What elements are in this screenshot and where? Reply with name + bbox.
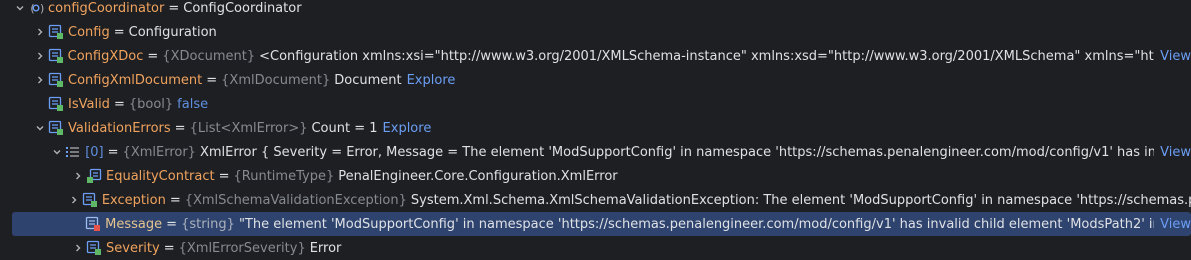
explore-link[interactable]: Explore: [383, 121, 432, 136]
type-hint: {XmlDocument}: [221, 72, 331, 88]
variable-name: EqualityContract: [106, 168, 215, 184]
variable-value: ConfigCoordinator: [183, 0, 302, 16]
tree-row-validationerrors[interactable]: ValidationErrors = {List<XmlError>} Coun…: [0, 116, 1191, 140]
tree-row-isvalid[interactable]: IsValid = {bool} false: [0, 92, 1191, 116]
property-icon: [48, 48, 64, 64]
type-hint: {string}: [181, 216, 235, 232]
variable-value: Count = 1: [311, 120, 378, 136]
equals-sign: =: [218, 168, 230, 184]
property-icon: [82, 192, 98, 208]
variable-name: configCoordinator: [48, 0, 165, 16]
chevron-right-icon[interactable]: [70, 168, 86, 184]
array-item-icon: [65, 144, 81, 160]
variable-name: ConfigXDoc: [67, 48, 144, 64]
equals-sign: =: [166, 216, 178, 232]
property-icon: [85, 216, 101, 232]
tree-row-equalitycontract[interactable]: EqualityContract = {RuntimeType} PenalEn…: [0, 164, 1191, 188]
type-hint: {RuntimeType}: [233, 168, 335, 184]
tree-row-config[interactable]: Config = Configuration: [0, 20, 1191, 44]
tree-row-exception[interactable]: Exception = {XmlSchemaValidationExceptio…: [0, 188, 1191, 212]
tree-row-configCoordinator[interactable]: () configCoordinator = ConfigCoordinator: [0, 0, 1191, 20]
debugger-variables-tree: () configCoordinator = ConfigCoordinator…: [0, 0, 1191, 259]
tree-row-severity[interactable]: Severity = {XmlErrorSeverity} Error: [0, 236, 1191, 260]
equals-sign: =: [163, 240, 175, 256]
variable-name: ValidationErrors: [68, 120, 171, 136]
variable-name: Severity: [106, 240, 160, 256]
equals-sign: =: [169, 192, 181, 208]
chevron-right-icon[interactable]: [70, 240, 86, 256]
variable-name: [0]: [85, 144, 104, 160]
variable-value: false: [177, 96, 209, 112]
variable-value: Configuration: [128, 24, 217, 40]
type-hint: {XmlErrorSeverity}: [178, 240, 306, 256]
chevron-right-icon[interactable]: [32, 48, 48, 64]
object-watch-icon: (): [28, 0, 44, 16]
type-hint: {XDocument}: [162, 48, 256, 64]
variable-value: Error: [309, 240, 342, 256]
type-hint: {XmlSchemaValidationException}: [184, 192, 407, 208]
chevron-down-icon[interactable]: [49, 144, 65, 160]
variable-value: Document: [334, 72, 402, 88]
variable-name: Message: [105, 216, 163, 232]
chevron-right-icon[interactable]: [32, 72, 48, 88]
variable-value: PenalEngineer.Core.Configuration.XmlErro…: [338, 168, 618, 184]
equals-sign: =: [113, 24, 125, 40]
equals-sign: =: [147, 48, 159, 64]
type-hint: {XmlError}: [122, 144, 196, 160]
variable-name: ConfigXmlDocument: [68, 72, 203, 88]
variable-value: <Configuration xmlns:xsi="http://www.w3.…: [259, 48, 1191, 64]
view-link[interactable]: View: [1154, 216, 1191, 232]
variable-value: XmlError { Severity = Error, Message = T…: [199, 144, 1191, 160]
tree-row-message[interactable]: Message = {string} "The element 'ModSupp…: [12, 212, 1191, 236]
property-icon: [48, 120, 64, 136]
tree-row-configxdoc[interactable]: ConfigXDoc = {XDocument} <Configuration …: [0, 44, 1191, 68]
equals-sign: =: [107, 144, 119, 160]
variable-value: System.Xml.Schema.XmlSchemaValidationExc…: [410, 192, 1191, 208]
type-hint: {List<XmlError>}: [189, 120, 308, 136]
equals-sign: =: [113, 96, 125, 112]
explore-link[interactable]: Explore: [407, 73, 456, 88]
property-icon: [48, 72, 64, 88]
tree-row-configxmldocument[interactable]: ConfigXmlDocument = {XmlDocument} Docume…: [0, 68, 1191, 92]
tree-row-item-0[interactable]: [0] = {XmlError} XmlError { Severity = E…: [0, 140, 1191, 164]
svg-text:(: (: [29, 2, 36, 15]
view-link[interactable]: View: [1154, 144, 1191, 160]
field-icon: [86, 168, 102, 184]
property-icon: [86, 240, 102, 256]
variable-name: Config: [68, 24, 110, 40]
property-icon: [48, 96, 64, 112]
chevron-right-icon[interactable]: [32, 24, 48, 40]
equals-sign: =: [174, 120, 186, 136]
variable-name: IsValid: [68, 96, 110, 112]
chevron-down-icon[interactable]: [12, 0, 28, 16]
variable-value: "The element 'ModSupportConfig' in names…: [238, 216, 1191, 232]
type-hint: {bool}: [128, 96, 174, 112]
equals-sign: =: [206, 72, 218, 88]
chevron-right-icon[interactable]: [66, 192, 82, 208]
svg-text:): ): [39, 2, 44, 15]
chevron-down-icon[interactable]: [32, 120, 48, 136]
view-link[interactable]: View: [1154, 48, 1191, 64]
property-icon: [48, 24, 64, 40]
equals-sign: =: [168, 0, 180, 16]
variable-name: Exception: [101, 192, 166, 208]
